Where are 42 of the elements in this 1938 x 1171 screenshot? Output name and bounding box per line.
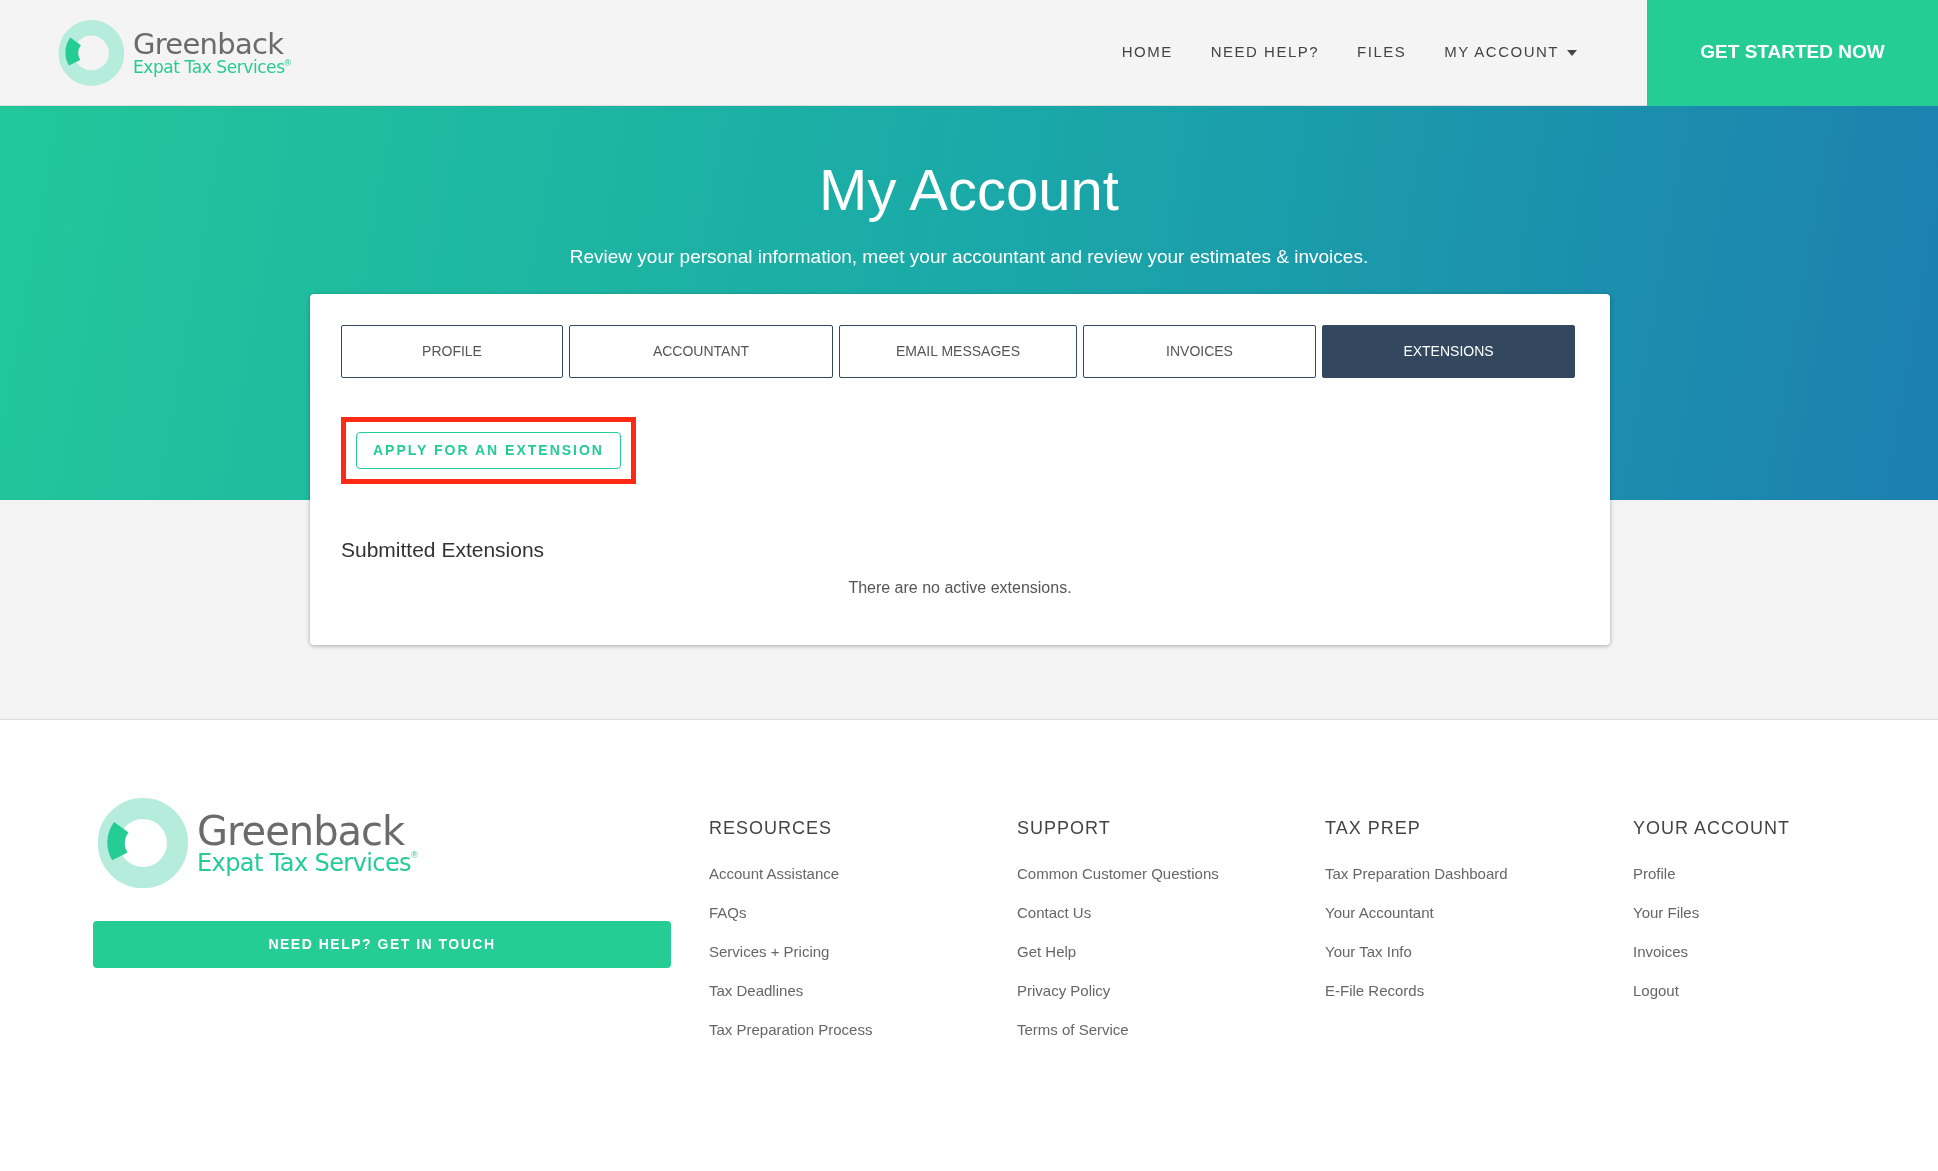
nav-link[interactable]: HOME — [1121, 41, 1173, 64]
logo-tagline: Expat Tax Services — [197, 851, 411, 875]
footer-link[interactable]: Logout — [1633, 971, 1938, 1010]
footer-link[interactable]: Account Assistance — [709, 854, 1017, 893]
footer-heading: TAX PREP — [1325, 817, 1422, 840]
tab[interactable]: PROFILE — [341, 325, 563, 378]
registered-mark: ® — [284, 58, 292, 68]
footer-link[interactable]: Common Customer Questions — [1017, 854, 1325, 893]
tab[interactable]: ACCOUNTANT — [569, 325, 833, 378]
footer-link[interactable]: Privacy Policy — [1017, 971, 1325, 1010]
logo-name: Greenback — [197, 811, 405, 851]
footer-heading: RESOURCES — [709, 817, 834, 840]
footer-link[interactable]: FAQs — [709, 893, 1017, 932]
footer-link[interactable]: Tax Deadlines — [709, 971, 1017, 1010]
tab[interactable]: INVOICES — [1083, 325, 1316, 378]
footer-link[interactable]: Get Help — [1017, 932, 1325, 971]
footer-heading: SUPPORT — [1017, 817, 1112, 840]
footer-link[interactable]: Tax Preparation Process — [709, 1010, 1017, 1049]
footer-link[interactable]: Profile — [1633, 854, 1938, 893]
logo-name: Greenback — [133, 29, 284, 59]
page-subtitle: Review your personal information, meet your accountant and review your estimates & invoices. — [569, 245, 1369, 269]
empty-message: There are no active extensions. — [847, 577, 1073, 598]
section-heading: Submitted Extensions — [341, 537, 546, 563]
nav-link[interactable]: FILES — [1357, 41, 1407, 64]
footer-link[interactable]: Contact Us — [1017, 893, 1325, 932]
footer-link[interactable]: Services + Pricing — [709, 932, 1017, 971]
footer-link[interactable]: Invoices — [1633, 932, 1938, 971]
footer-link[interactable]: Terms of Service — [1017, 1010, 1325, 1049]
footer-heading: YOUR ACCOUNT — [1633, 817, 1791, 840]
logo-tagline: Expat Tax Services — [133, 58, 285, 76]
registered-mark: ® — [411, 851, 418, 860]
page-title: My Account — [819, 156, 1119, 224]
tab[interactable]: EMAIL MESSAGES — [839, 325, 1077, 378]
footer-link[interactable]: E-File Records — [1325, 971, 1633, 1010]
tab[interactable]: EXTENSIONS — [1322, 325, 1575, 378]
footer-link[interactable]: Tax Preparation Dashboard — [1325, 854, 1633, 893]
caret-icon — [1567, 49, 1577, 56]
nav-link[interactable]: NEED HELP? — [1210, 41, 1320, 64]
nav-link[interactable]: MY ACCOUNT — [1444, 41, 1577, 64]
footer-link[interactable]: Your Accountant — [1325, 893, 1633, 932]
footer-link[interactable]: Your Files — [1633, 893, 1938, 932]
footer-link[interactable]: Your Tax Info — [1325, 932, 1633, 971]
